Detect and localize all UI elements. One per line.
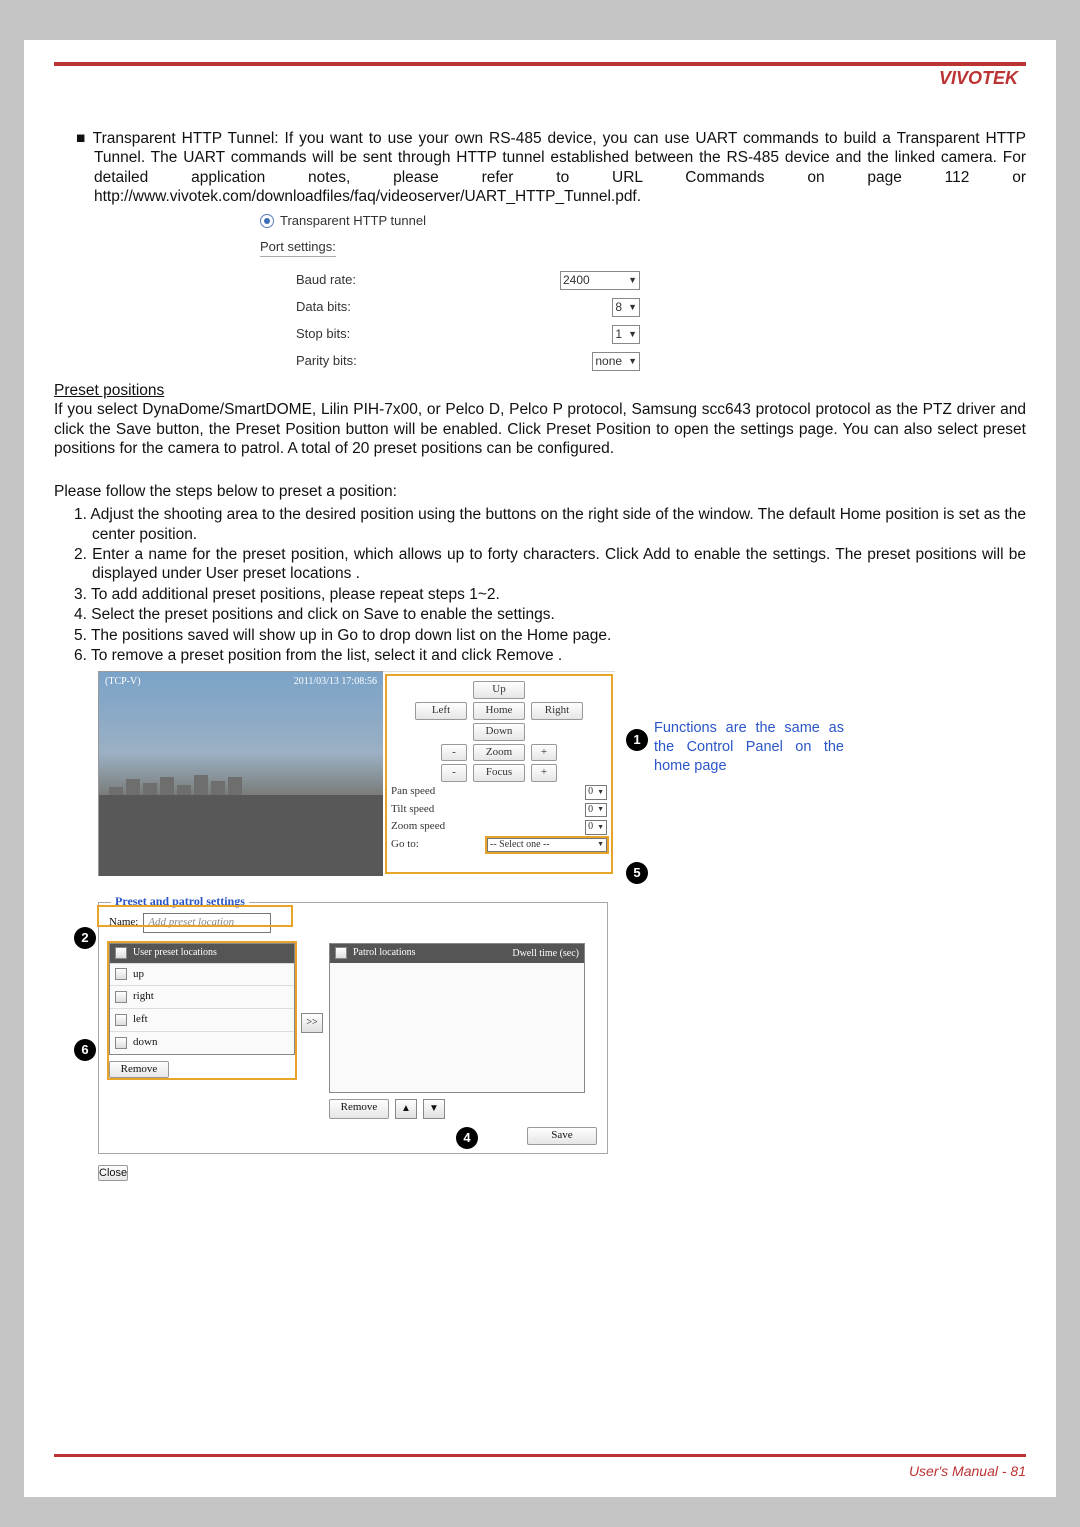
page-footer: User's Manual - 81 — [909, 1463, 1026, 1479]
home-button[interactable]: Home — [473, 702, 525, 720]
stopbits-label: Stop bits: — [296, 326, 350, 342]
step-2: 2. Enter a name for the preset position,… — [92, 545, 1026, 584]
remove-patrol-button[interactable]: Remove — [329, 1099, 389, 1119]
chevron-down-icon: ▼ — [597, 823, 604, 832]
remove-preset-button[interactable]: Remove — [109, 1061, 169, 1079]
hdr-user-preset: User preset locations — [133, 947, 217, 960]
badge-5: 5 — [626, 862, 648, 884]
chevron-down-icon: ▼ — [597, 840, 604, 849]
hdr-patrol: Patrol locations — [353, 947, 416, 960]
goto-select[interactable]: -- Select one --▼ — [487, 838, 607, 853]
down-button[interactable]: Down — [473, 723, 525, 741]
chevron-down-icon: ▼ — [628, 275, 637, 286]
port-settings-title: Port settings: — [260, 239, 336, 257]
step-6: 6. To remove a preset position from the … — [92, 646, 1026, 665]
move-right-button[interactable]: >> — [301, 1013, 323, 1033]
port-settings-panel: Transparent HTTP tunnel Port settings: B… — [260, 213, 640, 376]
checkbox[interactable] — [115, 1037, 127, 1049]
hdr-dwell: Dwell time (sec) — [512, 948, 579, 959]
tilt-speed-select[interactable]: 0▼ — [585, 803, 607, 818]
paritybits-select[interactable]: none▼ — [592, 352, 640, 371]
zoom-out-button[interactable]: - — [441, 744, 467, 762]
user-preset-table: User preset locations up right left down — [109, 943, 295, 1055]
brand-title: VIVOTEK — [54, 68, 1026, 89]
preset-para: If you select DynaDome/SmartDOME, Lilin … — [54, 400, 1026, 458]
step-3: 3. To add additional preset positions, p… — [92, 585, 1026, 604]
table-row[interactable]: up — [110, 963, 294, 986]
databits-label: Data bits: — [296, 299, 351, 315]
preset-heading: Preset positions — [54, 381, 1026, 400]
step-5: 5. The positions saved will show up in G… — [92, 626, 1026, 645]
table-row[interactable]: left — [110, 1008, 294, 1031]
chevron-down-icon: ▼ — [597, 805, 604, 814]
radio-label: Transparent HTTP tunnel — [280, 213, 426, 229]
checkbox[interactable] — [115, 1014, 127, 1026]
zoom-in-button[interactable]: + — [531, 744, 557, 762]
chevron-down-icon: ▼ — [628, 356, 637, 367]
step-4: 4. Select the preset positions and click… — [92, 605, 1026, 624]
badge-2: 2 — [74, 927, 96, 949]
panel-legend: Preset and patrol settings — [111, 894, 249, 909]
video-preview: (TCP-V) 2011/03/13 17:08:56 — [98, 671, 383, 876]
checkbox-all-patrol[interactable] — [335, 947, 347, 959]
tilt-speed-label: Tilt speed — [391, 803, 434, 817]
pan-speed-label: Pan speed — [391, 785, 435, 799]
preset-patrol-panel: Preset and patrol settings Name: Add pre… — [98, 902, 608, 1154]
intro-para: ■ Transparent HTTP Tunnel: If you want t… — [54, 129, 1026, 207]
chevron-down-icon: ▼ — [597, 788, 604, 797]
stopbits-select[interactable]: 1▼ — [612, 325, 640, 344]
annotation-note: Functions are the same as the Control Pa… — [654, 719, 844, 776]
table-row[interactable]: down — [110, 1031, 294, 1054]
pan-speed-select[interactable]: 0▼ — [585, 785, 607, 800]
left-button[interactable]: Left — [415, 702, 467, 720]
focus-label: Focus — [473, 764, 525, 782]
patrol-table: Patrol locations Dwell time (sec) — [329, 943, 585, 1093]
ptz-control-panel: Up Left Home Right Down - Zoom + - Focu — [383, 671, 615, 876]
name-input[interactable]: Add preset location — [143, 913, 271, 933]
baud-label: Baud rate: — [296, 272, 356, 288]
move-up-button[interactable]: ▲ — [395, 1099, 417, 1119]
save-button[interactable]: Save — [527, 1127, 597, 1145]
osd-source: (TCP-V) — [105, 676, 141, 689]
radio-transparent-http[interactable] — [260, 214, 274, 228]
checkbox-all-preset[interactable] — [115, 947, 127, 959]
close-button[interactable]: Close — [98, 1165, 128, 1181]
chevron-down-icon: ▼ — [628, 302, 637, 313]
right-button[interactable]: Right — [531, 702, 583, 720]
zoom-label: Zoom — [473, 744, 525, 762]
steps-intro: Please follow the steps below to preset … — [54, 482, 1026, 501]
chevron-down-icon: ▼ — [628, 329, 637, 340]
up-button[interactable]: Up — [473, 681, 525, 699]
osd-timestamp: 2011/03/13 17:08:56 — [294, 676, 377, 689]
table-row[interactable]: right — [110, 985, 294, 1008]
focus-in-button[interactable]: + — [531, 764, 557, 782]
badge-6: 6 — [74, 1039, 96, 1061]
name-label: Name: — [109, 916, 138, 930]
databits-select[interactable]: 8▼ — [612, 298, 640, 317]
baud-select[interactable]: 2400▼ — [560, 271, 640, 290]
zoom-speed-label: Zoom speed — [391, 820, 445, 834]
zoom-speed-select[interactable]: 0▼ — [585, 820, 607, 835]
goto-label: Go to: — [391, 838, 419, 852]
checkbox[interactable] — [115, 968, 127, 980]
step-1: 1. Adjust the shooting area to the desir… — [92, 505, 1026, 544]
paritybits-label: Parity bits: — [296, 353, 357, 369]
move-down-button[interactable]: ▼ — [423, 1099, 445, 1119]
checkbox[interactable] — [115, 991, 127, 1003]
focus-out-button[interactable]: - — [441, 764, 467, 782]
